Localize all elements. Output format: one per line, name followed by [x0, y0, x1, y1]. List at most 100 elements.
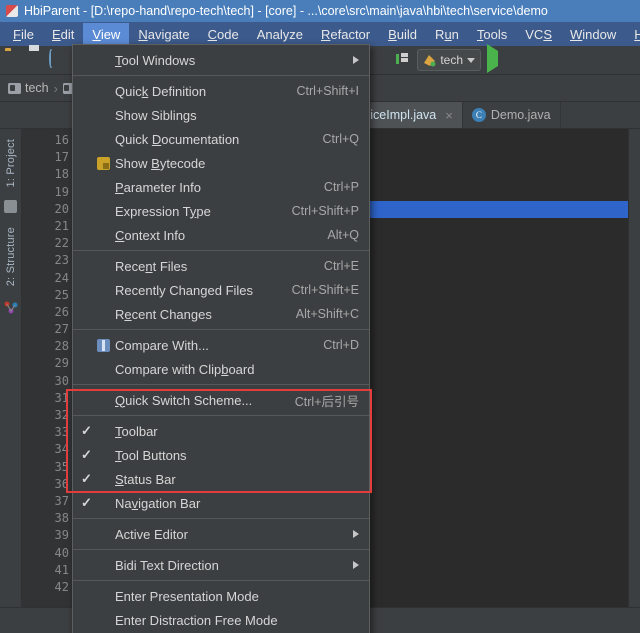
view-menu-item-recent-changes[interactable]: Recent ChangesAlt+Shift+C [73, 302, 369, 326]
editor-gutter[interactable]: 1617181920212223242526272829303132333435… [22, 129, 75, 607]
left-tool-strip[interactable]: 1: Project 2: Structure [0, 129, 22, 607]
stop-icon[interactable] [616, 51, 635, 70]
menubar-item-run[interactable]: Run [426, 23, 468, 46]
gutter-line-number[interactable]: 31 [22, 390, 74, 407]
menu-item-label: Context Info [115, 228, 311, 243]
menu-separator [73, 415, 369, 416]
sync-icon[interactable] [49, 51, 68, 70]
view-menu-item-bidi-text-direction[interactable]: Bidi Text Direction [73, 553, 369, 577]
gutter-line-number[interactable]: 30 [22, 373, 74, 390]
menubar-item-help[interactable]: Help [625, 23, 640, 46]
menubar-item-vcs[interactable]: VCS [516, 23, 561, 46]
gutter-line-number[interactable]: 42 [22, 579, 74, 596]
view-menu-item-show-bytecode[interactable]: Show Bytecode [73, 151, 369, 175]
gutter-line-number[interactable]: 24 [22, 270, 74, 287]
menu-bar[interactable]: FileEditViewNavigateCodeAnalyzeRefactorB… [0, 22, 640, 46]
gutter-line-number[interactable]: 29 [22, 355, 74, 372]
gutter-line-number[interactable]: 17 [22, 149, 74, 166]
view-menu-item-toolbar[interactable]: ✓Toolbar [73, 419, 369, 443]
sidebar-item-structure[interactable]: 2: Structure [4, 221, 18, 292]
save-all-icon[interactable] [27, 51, 46, 70]
menu-item-label: Tool Windows [115, 53, 345, 68]
gutter-line-number[interactable]: 39 [22, 527, 74, 544]
view-menu-item-navigation-bar[interactable]: ✓Navigation Bar [73, 491, 369, 515]
gutter-line-number[interactable]: 37 [22, 493, 74, 510]
editor-tab[interactable]: viceImpl.java× [355, 102, 463, 128]
gutter-line-number[interactable]: 32 [22, 407, 74, 424]
profile-icon[interactable] [594, 51, 613, 70]
editor-scrollbar[interactable] [628, 129, 640, 607]
view-menu-item-quick-switch-scheme[interactable]: Quick Switch Scheme...Ctrl+后引号 [73, 388, 369, 412]
view-menu-item-parameter-info[interactable]: Parameter InfoCtrl+P [73, 175, 369, 199]
menubar-item-analyze[interactable]: Analyze [248, 23, 312, 46]
open-folder-icon[interactable] [5, 51, 24, 70]
gutter-line-number[interactable]: 41 [22, 562, 74, 579]
run-js-icon[interactable] [572, 51, 591, 70]
menubar-item-tools[interactable]: Tools [468, 23, 516, 46]
gutter-line-number[interactable]: 20 [22, 201, 74, 218]
gutter-line-number[interactable]: 36 [22, 476, 74, 493]
menubar-item-build[interactable]: Build [379, 23, 426, 46]
view-menu-item-quick-documentation[interactable]: Quick DocumentationCtrl+Q [73, 127, 369, 151]
menubar-item-refactor[interactable]: Refactor [312, 23, 379, 46]
menu-item-shortcut: Ctrl+E [308, 259, 359, 273]
view-menu-item-enter-presentation-mode[interactable]: Enter Presentation Mode [73, 584, 369, 608]
view-menu-item-compare-with-clipboard[interactable]: Compare with Clipboard [73, 357, 369, 381]
view-menu-item-recent-files[interactable]: Recent FilesCtrl+E [73, 254, 369, 278]
gutter-line-number[interactable]: 21 [22, 218, 74, 235]
gutter-line-number[interactable]: 26 [22, 304, 74, 321]
view-menu-item-expression-type[interactable]: Expression TypeCtrl+Shift+P [73, 199, 369, 223]
gutter-line-number[interactable]: 27 [22, 321, 74, 338]
menubar-item-label: Window [570, 27, 616, 42]
editor-tab[interactable]: CDemo.java [463, 102, 561, 128]
menubar-item-view[interactable]: View [83, 23, 129, 46]
menubar-item-edit[interactable]: Edit [43, 23, 83, 46]
view-menu-dropdown[interactable]: Tool Windows Quick DefinitionCtrl+Shift+I… [72, 44, 370, 633]
view-menu-item-status-bar[interactable]: ✓ Status Bar [73, 467, 369, 491]
debug-icon[interactable] [506, 51, 525, 70]
menu-item-label: Quick Definition [115, 84, 280, 99]
view-menu-item-context-info[interactable]: Context InfoAlt+Q [73, 223, 369, 247]
view-menu-item-quick-definition[interactable]: Quick DefinitionCtrl+Shift+I [73, 79, 369, 103]
run-jr-icon[interactable] [550, 51, 569, 70]
view-menu-item-tool-buttons[interactable]: ✓Tool Buttons [73, 443, 369, 467]
gutter-line-number[interactable]: 19 [22, 184, 74, 201]
structure-icon[interactable] [4, 200, 18, 214]
gutter-line-number[interactable]: 18 [22, 166, 74, 183]
view-menu-item-enter-distraction-free-mode[interactable]: Enter Distraction Free Mode [73, 608, 369, 632]
gutter-line-number[interactable]: 35 [22, 459, 74, 476]
menu-item-shortcut: Ctrl+Shift+P [276, 204, 359, 218]
gutter-line-number[interactable]: 16 [22, 132, 74, 149]
gutter-line-number[interactable]: 25 [22, 287, 74, 304]
chevron-down-icon[interactable] [467, 58, 475, 63]
gutter-line-number[interactable]: 23 [22, 252, 74, 269]
breadcrumb-item[interactable]: tech [6, 81, 51, 95]
view-menu-item-tool-windows[interactable]: Tool Windows [73, 48, 369, 72]
sidebar-item-project[interactable]: 1: Project [4, 133, 18, 193]
menubar-item-file[interactable]: File [4, 23, 43, 46]
favorites-icon[interactable] [4, 300, 18, 314]
view-menu-item-show-siblings[interactable]: Show Siblings [73, 103, 369, 127]
gutter-line-number[interactable]: 33 [22, 424, 74, 441]
menu-item-label: Show Siblings [115, 108, 359, 123]
gutter-line-number[interactable]: 22 [22, 235, 74, 252]
run-icon[interactable] [484, 51, 503, 70]
gutter-line-number[interactable]: 34 [22, 441, 74, 458]
view-menu-item-active-editor[interactable]: Active Editor [73, 522, 369, 546]
gutter-line-number[interactable]: 40 [22, 545, 74, 562]
gutter-line-number[interactable]: 28 [22, 338, 74, 355]
run-configuration-selector[interactable]: tech [417, 49, 481, 71]
coverage-icon[interactable] [528, 51, 547, 70]
menubar-item-window[interactable]: Window [561, 23, 625, 46]
view-menu-item-compare-with[interactable]: Compare With...Ctrl+D [73, 333, 369, 357]
submenu-arrow-icon [353, 530, 359, 538]
checkmark-icon: ✓ [81, 471, 97, 487]
close-icon[interactable]: × [445, 108, 453, 123]
menu-item-label: Status Bar [115, 472, 359, 487]
step-icon[interactable] [395, 51, 414, 70]
menu-item-label: Toolbar [115, 424, 359, 439]
menubar-item-navigate[interactable]: Navigate [129, 23, 198, 46]
view-menu-item-recently-changed-files[interactable]: Recently Changed FilesCtrl+Shift+E [73, 278, 369, 302]
gutter-line-number[interactable]: 38 [22, 510, 74, 527]
menubar-item-code[interactable]: Code [199, 23, 248, 46]
